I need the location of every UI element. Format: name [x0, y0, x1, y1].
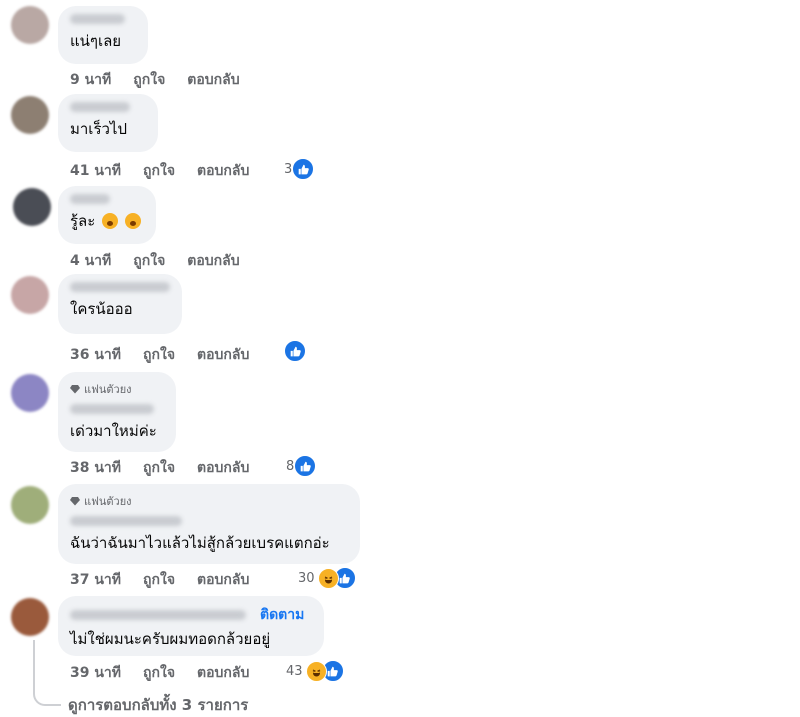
avatar[interactable] — [11, 598, 49, 636]
commenter-name[interactable] — [70, 610, 246, 620]
haha-icon — [317, 567, 339, 589]
comment-actions: 4 นาที ถูกใจ ตอบกลับ — [70, 250, 262, 272]
comment-actions: 38 นาที ถูกใจ ตอบกลับ — [70, 457, 271, 479]
comment-text: ฉันว่าฉันมาไวแล้วไม่สู้กล้วยเบรคแตกอ่ะ — [70, 534, 330, 552]
haha-icon — [305, 660, 327, 682]
comment-actions: 9 นาที ถูกใจ ตอบกลับ — [70, 69, 262, 91]
comment-actions: 39 นาที ถูกใจ ตอบกลับ — [70, 662, 271, 684]
reply-button[interactable]: ตอบกลับ — [187, 69, 239, 91]
avatar[interactable] — [11, 276, 49, 314]
avatar[interactable] — [11, 486, 49, 524]
like-icon — [292, 158, 315, 180]
like-button[interactable]: ถูกใจ — [143, 344, 175, 366]
like-button[interactable]: ถูกใจ — [143, 569, 175, 591]
comment-text: ใครน้อออ — [70, 300, 133, 318]
reply-thread-line — [33, 640, 61, 706]
follow-button[interactable]: ติดตาม — [260, 604, 304, 626]
comment-bubble: แฟนตัวยง ฉันว่าฉันมาไวแล้วไม่สู้กล้วยเบร… — [58, 484, 360, 564]
gem-icon — [70, 497, 80, 506]
avatar[interactable] — [11, 6, 49, 44]
timestamp[interactable]: 37 นาที — [70, 569, 121, 591]
badge-label: แฟนตัวยง — [84, 495, 132, 508]
reaction-count: 43 — [286, 663, 303, 679]
like-icon — [294, 455, 317, 477]
reply-button[interactable]: ตอบกลับ — [197, 457, 249, 479]
timestamp[interactable]: 41 นาที — [70, 160, 121, 182]
timestamp[interactable]: 36 นาที — [70, 344, 121, 366]
astonished-emoji-icon — [124, 213, 141, 229]
commenter-name[interactable] — [70, 516, 182, 526]
comment-bubble: ติดตาม ไม่ใช่ผมนะครับผมทอดกล้วยอยู่ — [58, 596, 324, 656]
reply-button[interactable]: ตอบกลับ — [197, 662, 249, 684]
reply-button[interactable]: ตอบกลับ — [197, 160, 249, 182]
comment-bubble: แน่ๆเลย — [58, 6, 148, 64]
reaction-count: 8 — [286, 458, 295, 474]
reply-button[interactable]: ตอบกลับ — [197, 344, 249, 366]
comment-text: ไม่ใช่ผมนะครับผมทอดกล้วยอยู่ — [70, 630, 271, 648]
reaction-summary[interactable]: 30 — [298, 567, 356, 589]
commenter-name[interactable] — [70, 102, 130, 112]
timestamp[interactable]: 38 นาที — [70, 457, 121, 479]
timestamp[interactable]: 9 นาที — [70, 69, 111, 91]
comment-text: แน่ๆเลย — [70, 32, 122, 50]
reaction-summary[interactable] — [284, 340, 306, 362]
comment-text: รู้ละ — [70, 212, 144, 230]
reaction-summary[interactable]: 8 — [286, 455, 317, 477]
gem-icon — [70, 385, 80, 394]
comment-bubble: แฟนตัวยง เด่วมาใหม่ค่ะ — [58, 372, 176, 452]
commenter-name[interactable] — [70, 404, 154, 414]
comment-actions: 41 นาที ถูกใจ ตอบกลับ — [70, 160, 271, 182]
like-button[interactable]: ถูกใจ — [133, 250, 165, 272]
timestamp[interactable]: 4 นาที — [70, 250, 111, 272]
like-button[interactable]: ถูกใจ — [143, 662, 175, 684]
avatar[interactable] — [11, 374, 49, 412]
reaction-count: 30 — [298, 570, 315, 586]
comment-bubble: รู้ละ — [58, 186, 156, 244]
commenter-name[interactable] — [70, 282, 170, 292]
comment-text: มาเร็วไป — [70, 120, 127, 138]
fan-badge[interactable]: แฟนตัวยง — [70, 492, 348, 510]
like-button[interactable]: ถูกใจ — [143, 457, 175, 479]
commenter-name[interactable] — [70, 194, 110, 204]
comment-bubble: มาเร็วไป — [58, 94, 158, 152]
avatar[interactable] — [11, 96, 49, 134]
reaction-summary[interactable]: 3 — [284, 158, 315, 180]
like-button[interactable]: ถูกใจ — [143, 160, 175, 182]
fan-badge[interactable]: แฟนตัวยง — [70, 380, 164, 398]
commenter-name[interactable] — [70, 14, 125, 24]
comment-actions: 36 นาที ถูกใจ ตอบกลับ — [70, 344, 271, 366]
comment-text: เด่วมาใหม่ค่ะ — [70, 422, 157, 440]
timestamp[interactable]: 39 นาที — [70, 662, 121, 684]
like-icon — [284, 340, 306, 362]
comment-text-content: รู้ละ — [70, 212, 96, 230]
avatar[interactable] — [13, 188, 51, 226]
comment-actions: 37 นาที ถูกใจ ตอบกลับ — [70, 569, 271, 591]
reply-button[interactable]: ตอบกลับ — [197, 569, 249, 591]
like-button[interactable]: ถูกใจ — [133, 69, 165, 91]
comment-bubble: ใครน้อออ — [58, 274, 182, 334]
reaction-summary[interactable]: 43 — [286, 660, 344, 682]
reaction-count: 3 — [284, 161, 293, 177]
astonished-emoji-icon — [102, 213, 119, 229]
reply-button[interactable]: ตอบกลับ — [187, 250, 239, 272]
view-replies-link[interactable]: ดูการตอบกลับทั้ง 3 รายการ — [68, 693, 248, 717]
badge-label: แฟนตัวยง — [84, 383, 132, 396]
